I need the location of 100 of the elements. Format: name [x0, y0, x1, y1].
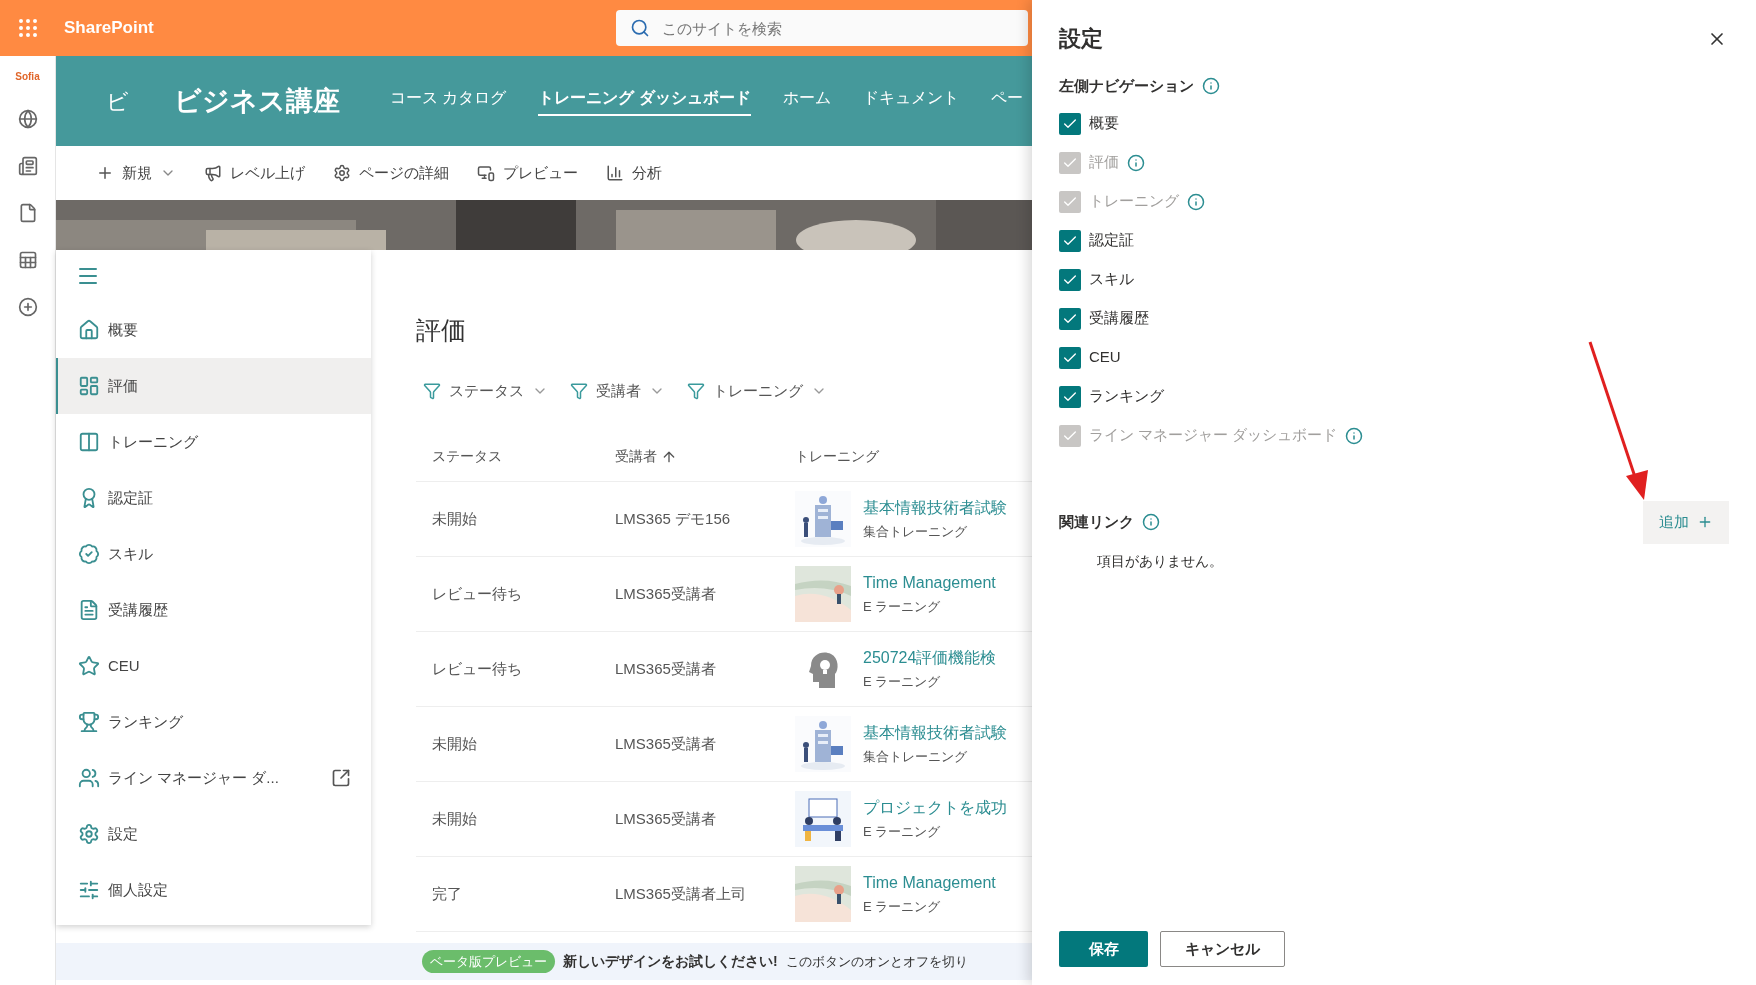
table-row[interactable]: 未開始 LMS365受講者 基本情報技術者試験 集合トレーニング [416, 707, 1032, 782]
left-nav-label: CEU [108, 655, 140, 676]
left-nav-item[interactable]: ランキング [56, 694, 371, 750]
training-type: E ラーニング [863, 673, 942, 692]
checkbox-label: ランキング [1089, 386, 1164, 407]
document-icon [78, 599, 100, 621]
globe-icon[interactable] [17, 109, 38, 129]
create-icon[interactable] [17, 297, 38, 317]
checkbox-label: トレーニング [1089, 191, 1179, 212]
checkbox-label: ライン マネージャー ダッシュボード [1089, 425, 1338, 446]
checkbox[interactable] [1059, 268, 1081, 291]
checkbox-label: 評価 [1089, 152, 1119, 173]
chart-icon [606, 164, 624, 182]
learner-cell-text: LMS365 デモ156 [614, 508, 732, 529]
search-icon [630, 18, 650, 38]
filter-dropdown[interactable]: ステータス [423, 379, 548, 402]
left-nav-item[interactable]: ライン マネージャー ダ... [56, 750, 371, 806]
left-nav-label: スキル [108, 543, 153, 564]
checkbox[interactable] [1059, 112, 1081, 135]
checkbox[interactable] [1059, 307, 1081, 330]
status-cell-text: 未開始 [431, 808, 478, 829]
filter-icon [423, 381, 441, 400]
sliders-icon [78, 879, 100, 901]
add-button[interactable]: 追加 [1643, 500, 1729, 544]
training-link[interactable]: 250724評価機能検 [863, 646, 997, 671]
left-nav-label: 概要 [108, 319, 138, 340]
search-field[interactable]: このサイトを検索 [616, 10, 1028, 46]
checkbox-label: 認定証 [1089, 230, 1134, 251]
checkbox-label: CEU [1089, 347, 1121, 368]
left-nav-label: 設定 [108, 823, 138, 844]
command-button[interactable]: プレビュー [477, 161, 578, 185]
column-header[interactable]: ステータス [416, 446, 599, 467]
training-type: 集合トレーニング [863, 748, 968, 767]
left-nav-item[interactable]: トレーニング [56, 414, 371, 470]
save-button[interactable]: 保存 [1059, 931, 1148, 967]
training-link[interactable]: Time Management [863, 871, 996, 896]
gear-icon [333, 164, 351, 182]
checkbox[interactable] [1059, 346, 1081, 369]
filter-dropdown[interactable]: 受講者 [570, 379, 665, 402]
checkbox[interactable] [1059, 229, 1081, 252]
page-title: 評価 [416, 315, 467, 346]
beta-badge: ベータ版プレビュー [422, 949, 555, 974]
filter-dropdown[interactable]: トレーニング [687, 379, 827, 402]
command-button[interactable]: レベル上げ [204, 161, 305, 185]
left-nav-label: 受講履歴 [108, 599, 168, 620]
info-icon[interactable] [1142, 513, 1160, 531]
left-nav-item[interactable]: CEU [56, 638, 371, 694]
status-cell-text: 未開始 [431, 508, 478, 529]
badge-check-icon [78, 543, 100, 565]
training-type: E ラーニング [863, 598, 942, 617]
trophy-icon [78, 711, 100, 733]
left-nav-label: ランキング [108, 711, 183, 732]
checkbox-label: 受講履歴 [1089, 308, 1149, 329]
left-nav-label: 個人設定 [108, 879, 168, 900]
table-row[interactable]: 未開始 LMS365受講者 プロジェクトを成功 E ラーニング [416, 782, 1032, 857]
info-icon[interactable] [1202, 77, 1220, 96]
checkbox-label: 概要 [1089, 113, 1119, 134]
training-link[interactable]: プロジェクトを成功 [863, 796, 1007, 821]
beta-headline: 新しいデザインをお試しください! [563, 952, 778, 971]
left-nav-item[interactable]: 概要 [56, 302, 371, 358]
filter-icon [570, 381, 588, 400]
command-button[interactable]: 新規 [96, 161, 176, 185]
learner-cell-text: LMS365受講者 [614, 583, 717, 604]
training-type: E ラーニング [863, 823, 942, 842]
left-nav-item[interactable]: 設定 [56, 806, 371, 862]
status-cell-text: 未開始 [431, 733, 478, 754]
table-row[interactable]: レビュー待ち LMS365受講者 250724評価機能検 E ラーニング [416, 632, 1032, 707]
empty-message: 項目がありません。 [1097, 551, 1224, 571]
column-header[interactable]: トレーニング [779, 446, 879, 467]
training-link[interactable]: 基本情報技術者試験 [863, 721, 1007, 746]
megaphone-icon [204, 164, 222, 182]
left-nav-item[interactable]: スキル [56, 526, 371, 582]
training-type: 集合トレーニング [863, 523, 968, 542]
plus-icon [1697, 514, 1713, 530]
column-header[interactable]: 受講者 [599, 446, 779, 467]
plus-icon [96, 164, 114, 182]
status-cell-text: 完了 [431, 883, 463, 904]
command-button[interactable]: ページの詳細 [333, 161, 449, 185]
training-link[interactable]: 基本情報技術者試験 [863, 496, 1007, 521]
training-link[interactable]: Time Management [863, 571, 996, 596]
panel-title: 設定 [1059, 25, 1103, 53]
left-nav-label: トレーニング [108, 431, 198, 452]
table-row[interactable]: レビュー待ち LMS365受講者 Time Management E ラーニング [416, 557, 1032, 632]
left-nav-item[interactable]: 評価 [56, 358, 371, 414]
table-row[interactable]: 未開始 LMS365 デモ156 基本情報技術者試験 集合トレーニング [416, 482, 1032, 557]
left-nav-label: ライン マネージャー ダ... [108, 767, 279, 788]
star-icon [78, 655, 100, 677]
news-icon[interactable] [17, 156, 38, 176]
left-nav-item[interactable]: 受講履歴 [56, 582, 371, 638]
learner-cell-text: LMS365受講者 [614, 808, 717, 829]
left-nav-item[interactable]: 認定証 [56, 470, 371, 526]
command-button[interactable]: 分析 [606, 161, 662, 185]
external-link-icon [331, 768, 351, 788]
beta-text: このボタンのオンとオフを切り [785, 952, 968, 971]
left-nav-item[interactable]: 個人設定 [56, 862, 371, 918]
checkbox[interactable] [1059, 385, 1081, 408]
cancel-button[interactable]: キャンセル [1160, 931, 1285, 967]
status-cell-text: レビュー待ち [431, 583, 523, 604]
table-row[interactable]: 完了 LMS365受講者上司 Time Management E ラーニング [416, 857, 1032, 932]
left-nav-label: 評価 [108, 375, 138, 396]
